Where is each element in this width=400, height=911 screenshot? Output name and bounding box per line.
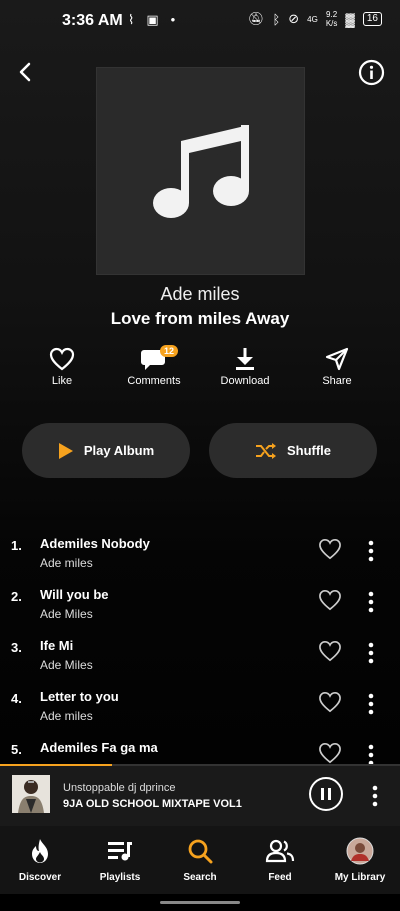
track-number: 3. [11,640,22,655]
heart-icon [49,347,75,371]
track-more-icon[interactable] [366,693,376,715]
net-speed: 9.2 K/s [326,10,338,28]
person-thumbnail-icon [12,775,50,813]
playback-progress-bar [0,764,400,766]
play-album-label: Play Album [83,443,155,458]
track-like-heart-icon[interactable] [318,691,342,713]
like-label: Like [51,375,73,387]
track-row[interactable]: 4. Letter to you Ade miles [0,681,400,732]
shuffle-button[interactable]: Shuffle [209,423,377,478]
track-row[interactable]: 1. Ademiles Nobody Ade miles [0,528,400,579]
track-number: 2. [11,589,22,604]
status-bar: 3:36 AM ⌇ ▣ • 🔕︎ ᛒ ⊘ 4G 9.2 K/s ▓ 16 [0,0,400,44]
nav-search[interactable]: Search [160,836,240,883]
shuffle-icon [255,442,276,459]
track-more-icon[interactable] [366,744,376,764]
nav-playlists-label: Playlists [99,872,141,883]
info-button[interactable] [358,59,385,86]
action-row: Like 12 Comments Download Share [0,345,400,395]
track-more-icon[interactable] [366,642,376,664]
back-button[interactable] [12,58,40,86]
mini-player-subtitle: 9JA OLD SCHOOL MIXTAPE VOL1 [63,798,242,810]
track-like-heart-icon[interactable] [318,538,342,560]
net-speed-unit: K/s [325,19,338,28]
home-indicator[interactable] [160,901,240,904]
track-more-icon[interactable] [366,540,376,562]
download-label: Download [220,375,270,387]
track-row[interactable]: 3. Ife Mi Ade Miles [0,630,400,681]
dnd-icon: ⊘ [288,11,300,26]
nav-my-library[interactable]: My Library [320,836,400,883]
track-row[interactable]: 2. Will you be Ade Miles [0,579,400,630]
people-icon [265,839,295,863]
track-artist: Ade miles [40,709,93,723]
artist-name[interactable]: Ade miles [0,284,400,305]
mute-icon: 🔕︎ [247,11,265,26]
playback-progress-fill [0,764,112,766]
track-row[interactable]: 5. Ademiles Fa ga ma [0,732,400,764]
track-artist: Ade Miles [40,658,93,672]
share-icon [325,347,349,371]
track-like-heart-icon[interactable] [318,640,342,662]
pause-button[interactable] [309,777,343,811]
screen: 3:36 AM ⌇ ▣ • 🔕︎ ᛒ ⊘ 4G 9.2 K/s ▓ 16 Ade… [0,0,400,911]
track-title: Ife Mi [40,638,74,653]
status-time: 3:36 AM [62,12,123,29]
pause-icon [321,788,331,800]
mini-player[interactable]: Unstoppable dj dprince 9JA OLD SCHOOL MI… [0,764,400,826]
status-notification-icons: ⌇ ▣ • [128,12,175,28]
playlist-icon [108,842,132,861]
album-title: Love from miles Away [110,309,290,328]
download-icon [236,348,254,370]
track-like-heart-icon[interactable] [318,589,342,611]
track-number: 4. [11,691,22,706]
media-icon: ▣ [146,12,159,27]
track-artist: Ade Miles [40,607,93,621]
signal-icon: ▓ [345,11,355,27]
track-like-heart-icon[interactable] [318,742,342,764]
nav-feed-label: Feed [268,872,292,883]
album-art [96,67,305,275]
mini-player-title: Unstoppable dj dprince [63,782,176,794]
play-album-button[interactable]: Play Album [22,423,190,478]
track-artist: Ade miles [40,556,93,570]
track-title: Ademiles Fa ga ma [40,740,158,755]
nav-discover-label: Discover [18,872,62,883]
search-icon [188,839,213,864]
nav-search-label: Search [183,872,217,883]
battery-icon: 16 [362,12,382,26]
track-title: Letter to you [40,689,119,704]
track-title: Ademiles Nobody [40,536,150,551]
shuffle-label: Shuffle [286,443,332,458]
like-button[interactable]: Like [16,345,108,387]
mini-player-more-icon[interactable] [370,785,380,807]
track-more-icon[interactable] [366,591,376,613]
avatar-icon [346,837,374,865]
download-button[interactable]: Download [199,345,291,387]
track-title: Will you be [40,587,109,602]
bluetooth-icon: ᛒ [272,11,281,27]
comments-label: Comments [127,375,181,387]
nav-playlists[interactable]: Playlists [80,836,160,883]
track-number: 1. [11,538,22,553]
track-number: 5. [11,742,22,757]
status-system-icons: 🔕︎ ᛒ ⊘ 4G 9.2 K/s ▓ 16 [248,10,382,28]
activity-icon: ⌇ [128,12,135,27]
share-label: Share [322,375,352,387]
dot-icon: • [170,12,176,27]
music-note-icon [152,125,249,218]
network-type: 4G [307,14,318,24]
mini-player-thumbnail [12,775,50,813]
track-list: 1. Ademiles Nobody Ade miles 2. Will you… [0,528,400,764]
share-button[interactable]: Share [291,345,383,387]
fire-icon [32,839,48,863]
nav-my-library-label: My Library [334,872,386,883]
net-speed-value: 9.2 [326,10,338,19]
comments-button[interactable]: 12 Comments [108,345,200,387]
play-icon [58,442,73,459]
bottom-nav: Discover Playlists Search Feed My Librar… [0,826,400,894]
nav-discover[interactable]: Discover [0,836,80,883]
comments-badge: 12 [160,345,179,357]
nav-feed[interactable]: Feed [240,836,320,883]
